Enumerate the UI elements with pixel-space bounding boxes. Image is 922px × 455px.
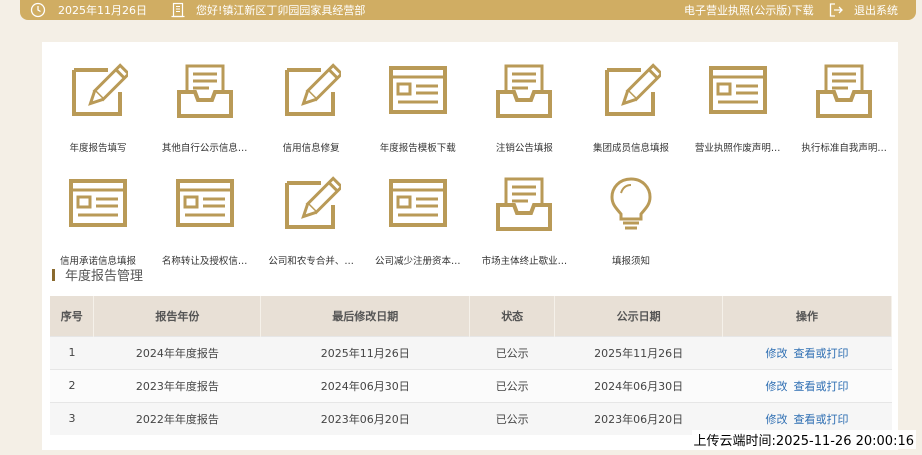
cell-index: 1 xyxy=(50,335,94,369)
col-header-index: 序号 xyxy=(50,296,95,336)
license-download-label[interactable]: 电子营业执照(公示版)下载 xyxy=(684,2,814,18)
edit-link[interactable]: 修改 xyxy=(766,413,788,426)
date-area: 2025年11月26日 xyxy=(30,2,147,18)
view-print-link[interactable]: 查看或打印 xyxy=(794,380,849,393)
cell-index: 2 xyxy=(50,368,94,402)
tile-label[interactable]: 公司减少注册资本… xyxy=(365,253,471,267)
function-tile[interactable]: 注销公告填报 xyxy=(471,62,577,162)
cell-year: 2022年年度报告 xyxy=(93,401,261,435)
cell-published: 2024年06月30日 xyxy=(554,368,723,402)
clock-icon xyxy=(30,2,46,18)
cell-status: 已公示 xyxy=(469,368,555,402)
section-header: 年度报告管理 xyxy=(52,265,143,284)
inbox-icon[interactable] xyxy=(471,175,577,233)
tile-label[interactable]: 其他自行公示信息… xyxy=(152,140,258,154)
table-row: 2 2023年年度报告 2024年06月30日 已公示 2024年06月30日 … xyxy=(50,368,892,402)
form-icon[interactable] xyxy=(365,62,471,120)
greeting-area: 您好!镇江新区丁卯园园家具经营部 xyxy=(170,2,365,18)
logout-icon[interactable] xyxy=(828,2,844,18)
header-date: 2025年11月26日 xyxy=(58,4,147,17)
col-header-status: 状态 xyxy=(469,296,556,336)
tile-label[interactable]: 注销公告填报 xyxy=(471,140,577,154)
tile-label[interactable]: 集团成员信息填报 xyxy=(578,140,684,154)
inbox-icon[interactable] xyxy=(791,62,897,120)
section-marker xyxy=(52,268,55,281)
cell-modified: 2023年06月20日 xyxy=(260,401,470,435)
function-tile[interactable]: 集团成员信息填报 xyxy=(578,62,684,162)
cell-year: 2023年年度报告 xyxy=(93,368,261,402)
cell-modified: 2024年06月30日 xyxy=(260,368,470,402)
function-tile[interactable]: 信用信息修复 xyxy=(258,62,364,162)
pencil-icon[interactable] xyxy=(258,62,364,120)
view-print-link[interactable]: 查看或打印 xyxy=(794,413,849,426)
tile-label[interactable]: 市场主体终止歇业… xyxy=(471,253,577,267)
inbox-icon[interactable] xyxy=(152,62,258,120)
logout-label[interactable]: 退出系统 xyxy=(854,2,898,18)
lightbulb-icon[interactable] xyxy=(578,175,684,233)
col-header-actions: 操作 xyxy=(722,296,892,336)
function-tile[interactable]: 其他自行公示信息… xyxy=(152,62,258,162)
function-tile[interactable]: 填报须知 xyxy=(578,175,684,275)
cell-actions: 修改 查看或打印 xyxy=(722,335,892,369)
col-header-published: 公示日期 xyxy=(554,296,724,336)
upload-timestamp: 上传云端时间:2025-11-26 20:00:16 xyxy=(691,430,916,449)
form-icon[interactable] xyxy=(152,175,258,233)
function-tile[interactable]: 名称转让及授权信… xyxy=(152,175,258,275)
function-tile[interactable]: 年度报告填写 xyxy=(45,62,151,162)
license-download-link[interactable]: 电子营业执照(公示版)下载 xyxy=(684,2,814,18)
greeting-text: 您好!镇江新区丁卯园园家具经营部 xyxy=(196,4,366,17)
tile-label[interactable]: 名称转让及授权信… xyxy=(152,253,258,267)
cell-modified: 2025年11月26日 xyxy=(260,335,470,369)
function-tile[interactable]: 市场主体终止歇业… xyxy=(471,175,577,275)
form-icon[interactable] xyxy=(45,175,151,233)
tile-label[interactable]: 年度报告填写 xyxy=(45,140,151,154)
form-icon[interactable] xyxy=(365,175,471,233)
annual-report-table: 序号 报告年份 最后修改日期 状态 公示日期 操作 1 2024年年度报告 20… xyxy=(50,296,892,435)
cell-published: 2025年11月26日 xyxy=(554,335,723,369)
function-tile[interactable]: 年度报告模板下载 xyxy=(365,62,471,162)
pencil-icon[interactable] xyxy=(45,62,151,120)
cell-status: 已公示 xyxy=(469,335,555,369)
pencil-icon[interactable] xyxy=(258,175,364,233)
form-icon[interactable] xyxy=(685,62,791,120)
tile-label[interactable]: 信用信息修复 xyxy=(258,140,364,154)
top-bar: 2025年11月26日 您好!镇江新区丁卯园园家具经营部 电子营业执照(公示版)… xyxy=(20,0,916,20)
table-row: 1 2024年年度报告 2025年11月26日 已公示 2025年11月26日 … xyxy=(50,335,892,369)
function-tile[interactable]: 营业执照作废声明… xyxy=(685,62,791,162)
cell-index: 3 xyxy=(50,401,94,435)
table-header-row: 序号 报告年份 最后修改日期 状态 公示日期 操作 xyxy=(50,296,892,336)
function-tile[interactable]: 信用承诺信息填报 xyxy=(45,175,151,275)
function-tile[interactable]: 执行标准自我声明… xyxy=(791,62,897,162)
cell-status: 已公示 xyxy=(469,401,555,435)
cell-actions: 修改 查看或打印 xyxy=(722,368,892,402)
tile-label[interactable]: 年度报告模板下载 xyxy=(365,140,471,154)
tile-label[interactable]: 填报须知 xyxy=(578,253,684,267)
logout-button[interactable]: 退出系统 xyxy=(828,2,898,18)
col-header-year: 报告年份 xyxy=(93,296,262,336)
pencil-icon[interactable] xyxy=(578,62,684,120)
function-tile[interactable]: 公司减少注册资本… xyxy=(365,175,471,275)
edit-link[interactable]: 修改 xyxy=(766,380,788,393)
tile-label[interactable]: 营业执照作废声明… xyxy=(685,140,791,154)
edit-link[interactable]: 修改 xyxy=(766,347,788,360)
inbox-icon[interactable] xyxy=(471,62,577,120)
col-header-modified: 最后修改日期 xyxy=(260,296,471,336)
building-icon xyxy=(170,2,186,18)
tile-label[interactable]: 公司和农专合并、… xyxy=(258,253,364,267)
tile-label[interactable]: 执行标准自我声明… xyxy=(791,140,897,154)
function-tile[interactable]: 公司和农专合并、… xyxy=(258,175,364,275)
cell-year: 2024年年度报告 xyxy=(93,335,261,369)
view-print-link[interactable]: 查看或打印 xyxy=(794,347,849,360)
main-panel: 年度报告填写 其他自行公示信息… 信用信息修复 年度报告模板下载 注销公告填报 … xyxy=(42,42,898,450)
section-title: 年度报告管理 xyxy=(65,269,144,284)
